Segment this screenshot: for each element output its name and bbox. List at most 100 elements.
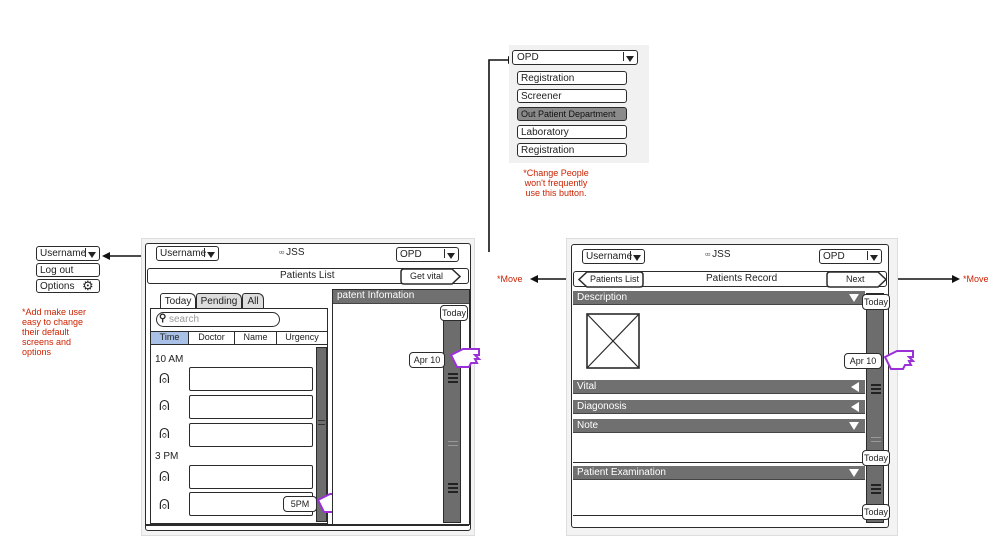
chevron-down-icon — [204, 248, 217, 258]
options-menu-item[interactable]: Options ⚙ — [36, 278, 100, 293]
window-frame: Username ▫▫ JSS OPD Patients Record Pati… — [571, 244, 890, 528]
page-title: Patients Record — [706, 273, 778, 284]
scroll-grip — [871, 484, 881, 486]
section-vital[interactable]: Vital — [573, 380, 865, 394]
app-title-text: JSS — [286, 247, 305, 258]
scroll-grip — [448, 373, 458, 375]
scroll-grip — [871, 492, 881, 494]
department-value: OPD — [823, 251, 845, 262]
examination-area[interactable] — [573, 480, 865, 516]
patients-list-back-button[interactable]: Patients List — [578, 271, 644, 288]
options-label: Options — [40, 281, 75, 292]
list-item[interactable] — [189, 465, 313, 489]
column-time[interactable]: Time — [151, 332, 189, 344]
patient-list-panel: ⚲ search Time Doctor Name Urgency 10 AM … — [150, 308, 328, 524]
department-dropdown-panel: OPD Registration Screener Out Patient De… — [509, 45, 649, 163]
scroll-grip — [871, 392, 881, 394]
column-urgency[interactable]: Urgency — [277, 332, 327, 344]
search-input[interactable]: ⚲ search — [156, 312, 280, 327]
department-select-value: OPD — [517, 52, 539, 63]
department-option[interactable]: Registration — [517, 143, 627, 157]
today-tag[interactable]: Today — [862, 450, 890, 466]
chevron-down-icon — [849, 294, 859, 302]
date-tag: Apr 10 — [844, 353, 882, 369]
username-select[interactable]: Username — [582, 249, 645, 264]
chevron-down-icon — [849, 469, 859, 477]
list-item[interactable] — [189, 395, 313, 419]
tab-label: Pending — [200, 296, 238, 307]
username-select[interactable]: Username — [156, 246, 219, 261]
search-icon: ⚲ — [159, 313, 167, 324]
section-description[interactable]: Description — [573, 291, 865, 305]
time-scroll-tag: 5PM — [283, 496, 317, 512]
list-item[interactable] — [189, 423, 313, 447]
section-patient-examination[interactable]: Patient Examination — [573, 466, 865, 480]
scroll-grip — [448, 483, 458, 485]
person-icon: ⍝ — [159, 367, 170, 387]
pointing-hand-icon — [449, 348, 482, 368]
department-option[interactable]: Laboratory — [517, 125, 627, 139]
timeline-scrollbar[interactable] — [443, 305, 461, 523]
get-vital-label: Get vital — [410, 271, 444, 281]
logout-label: Log out — [40, 265, 74, 276]
change-note: *Change People won't frequently use this… — [523, 168, 589, 198]
logout-menu-item[interactable]: Log out — [36, 263, 100, 277]
scroll-grip — [448, 487, 458, 489]
timeline-scrollbar[interactable] — [866, 293, 884, 523]
scroll-grip — [871, 388, 881, 390]
option-label: Out Patient Department — [521, 109, 616, 119]
patient-info-title: patent Infomation — [337, 290, 415, 301]
department-select[interactable]: OPD — [819, 249, 882, 264]
chevron-down-icon — [85, 248, 98, 258]
patient-info-panel: patent Infomation Today — [332, 289, 470, 525]
pointing-hand-icon — [883, 350, 916, 370]
username-label: Username — [160, 248, 207, 259]
section-diagnosis[interactable]: Diagonosis — [573, 400, 865, 414]
department-select[interactable]: OPD — [396, 247, 459, 262]
next-button[interactable]: Next — [826, 271, 888, 288]
column-name[interactable]: Name — [235, 332, 277, 344]
option-label: Registration — [521, 145, 575, 156]
username-label: Username — [586, 251, 633, 262]
time-group-label: 3 PM — [155, 451, 179, 462]
chevron-down-icon — [849, 422, 859, 430]
scroll-grip — [871, 441, 881, 442]
section-title: Vital — [577, 381, 597, 392]
chevron-left-icon — [851, 402, 859, 412]
tab-label: Today — [164, 296, 192, 307]
person-icon: ⍝ — [159, 465, 170, 485]
person-icon: ⍝ — [159, 422, 170, 442]
add-note: *Add make user easy to change their defa… — [22, 307, 87, 357]
search-placeholder: search — [169, 314, 200, 325]
today-tag[interactable]: Today — [862, 294, 890, 310]
department-option[interactable]: Registration — [517, 71, 627, 85]
chevron-down-icon — [444, 249, 457, 259]
option-label: Registration — [521, 73, 575, 84]
tab-label: All — [247, 296, 259, 307]
grid-icon: ▫▫ — [279, 247, 284, 258]
section-note[interactable]: Note — [573, 419, 865, 433]
status-bar — [146, 524, 469, 526]
today-tag[interactable]: Today — [862, 504, 890, 520]
scroll-grip — [871, 384, 881, 386]
column-headers: Time Doctor Name Urgency — [151, 331, 327, 345]
chevron-left-icon — [851, 382, 859, 392]
next-button-label: Next — [846, 274, 865, 284]
department-option[interactable]: Screener — [517, 89, 627, 103]
department-option-selected[interactable]: Out Patient Department — [517, 107, 627, 121]
note-area[interactable] — [573, 433, 865, 463]
today-tag[interactable]: Today — [440, 305, 468, 321]
list-item[interactable] — [189, 367, 313, 391]
department-select[interactable]: OPD — [512, 50, 638, 65]
chevron-down-icon — [623, 52, 636, 62]
column-doctor[interactable]: Doctor — [189, 332, 235, 344]
patient-info-header: patent Infomation — [333, 290, 469, 304]
get-vital-button[interactable]: Get vital — [400, 268, 462, 285]
option-label: Laboratory — [521, 127, 569, 138]
scroll-grip — [871, 437, 881, 438]
chevron-down-icon — [867, 251, 880, 261]
user-menu-username-select[interactable]: Username — [36, 246, 100, 261]
option-label: Screener — [521, 91, 562, 102]
app-title: ▫▫ JSS — [705, 249, 731, 260]
department-value: OPD — [400, 249, 422, 260]
